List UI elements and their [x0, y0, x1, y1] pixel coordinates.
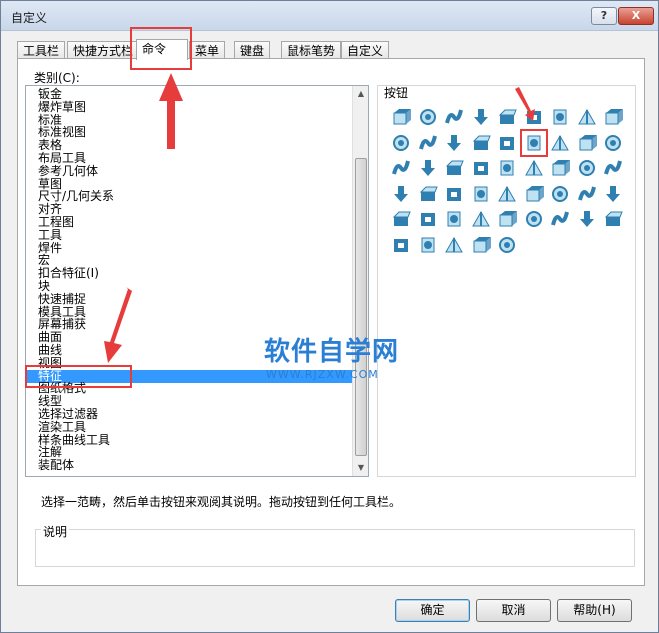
annotation-arrow-up-icon	[159, 73, 183, 149]
linear-pattern-icon[interactable]	[523, 183, 545, 205]
explain-label: 说明	[41, 523, 70, 540]
annotation-box-features-item	[25, 365, 132, 388]
thicken-icon[interactable]	[443, 183, 465, 205]
circular-pattern-icon[interactable]	[549, 183, 571, 205]
tab-mouse-gestures[interactable]: 鼠标笔势	[281, 41, 342, 59]
revolved-cut-icon[interactable]	[549, 106, 571, 128]
explain-groupbox	[35, 529, 635, 567]
scroll-up-arrow-icon[interactable]: ▲	[353, 86, 368, 102]
ok-button[interactable]: 确定	[395, 599, 470, 622]
cut-thicken-icon[interactable]	[470, 183, 492, 205]
library-feature-icon[interactable]	[443, 234, 465, 256]
categories-list[interactable]: 钣金 爆炸草图 标准 标准视图 表格 布局工具 参考几何体 草图 尺寸/几何关系 对齐 工程图 工具焊…	[25, 85, 369, 477]
deform-icon[interactable]	[443, 157, 465, 179]
extruded-boss-icon[interactable]	[390, 106, 412, 128]
chamfer-icon[interactable]	[470, 132, 492, 154]
shell-icon[interactable]	[519, 128, 548, 157]
tab-toolbars[interactable]: 工具栏	[17, 41, 66, 59]
boundary-cut-icon[interactable]	[390, 132, 412, 154]
instant3d-icon[interactable]	[390, 234, 412, 256]
mirror-icon[interactable]	[576, 183, 598, 205]
buttons-group: 按钮	[377, 85, 636, 477]
rib-icon[interactable]	[496, 132, 518, 154]
rollback-icon[interactable]	[602, 208, 624, 230]
intersect-icon[interactable]	[549, 157, 571, 179]
wrap-icon[interactable]	[576, 132, 598, 154]
lofted-boss-icon[interactable]	[470, 106, 492, 128]
move-copy-icon[interactable]	[523, 208, 545, 230]
scale-icon[interactable]	[496, 208, 518, 230]
move-face-icon[interactable]	[602, 157, 624, 179]
help-button[interactable]: 帮助(H)	[557, 599, 632, 622]
tab-shortcut-bar[interactable]: 快捷方式栏	[67, 41, 140, 59]
revolved-boss-icon[interactable]	[417, 106, 439, 128]
close-button[interactable]: X	[618, 7, 654, 25]
title-bar: 自定义 ? X	[1, 1, 658, 31]
lofted-cut-icon[interactable]	[602, 106, 624, 128]
scroll-thumb[interactable]	[355, 158, 367, 456]
dome-icon[interactable]	[602, 132, 624, 154]
category-item[interactable]: 参考几何体	[38, 164, 98, 178]
fillet-icon[interactable]	[443, 132, 465, 154]
scroll-down-arrow-icon[interactable]: ▼	[353, 460, 368, 476]
customize-dialog: 自定义 ? X 工具栏 快捷方式栏 命令 菜单 键盘 鼠标笔势 自定义 类别(C…	[0, 0, 659, 633]
help-title-button[interactable]: ?	[591, 7, 617, 25]
annotation-arrow-down-icon	[104, 287, 132, 363]
check-icon[interactable]	[470, 234, 492, 256]
annotation-arrow-small-icon	[515, 87, 535, 121]
draft-icon[interactable]	[549, 132, 571, 154]
category-item[interactable]: 爆炸草图	[38, 100, 86, 114]
delete-face-icon[interactable]	[390, 183, 412, 205]
shape-icon[interactable]	[390, 157, 412, 179]
unsuppress-icon[interactable]	[576, 208, 598, 230]
swept-cut-icon[interactable]	[576, 106, 598, 128]
flex-icon[interactable]	[417, 157, 439, 179]
sketch-pattern-icon[interactable]	[390, 208, 412, 230]
category-item[interactable]: 工具	[38, 228, 62, 242]
watermark-title: 软件自学网	[264, 337, 400, 367]
category-item[interactable]: 装配体	[38, 459, 74, 472]
category-item[interactable]: 渲染工具	[38, 420, 86, 434]
instruction-text: 选择一范畴，然后单击按钮来观阅其说明。拖动按钮到任何工具栏。	[41, 495, 402, 509]
hole-wizard-icon[interactable]	[417, 132, 439, 154]
watermark-url: WWW.RJZXW.COM	[266, 368, 379, 381]
tab-customize[interactable]: 自定义	[341, 41, 390, 59]
cut-surface-icon[interactable]	[496, 183, 518, 205]
indent-icon[interactable]	[470, 157, 492, 179]
categories-label: 类别(C):	[34, 71, 80, 85]
variable-pattern-icon[interactable]	[470, 208, 492, 230]
tab-keyboard[interactable]: 键盘	[234, 41, 271, 59]
fill-pattern-icon[interactable]	[443, 208, 465, 230]
3d-texture-icon[interactable]	[496, 234, 518, 256]
swept-boss-icon[interactable]	[443, 106, 465, 128]
curve-pattern-icon[interactable]	[602, 183, 624, 205]
category-item[interactable]: 快速捕捉	[38, 292, 86, 306]
list-scrollbar[interactable]: ▲ ▼	[352, 86, 368, 476]
split-icon[interactable]	[576, 157, 598, 179]
buttons-label: 按钮	[384, 86, 409, 100]
replace-face-icon[interactable]	[417, 183, 439, 205]
combine-icon[interactable]	[523, 157, 545, 179]
cancel-button[interactable]: 取消	[476, 599, 551, 622]
suppress-icon[interactable]	[549, 208, 571, 230]
freeform-icon[interactable]	[496, 157, 518, 179]
table-pattern-icon[interactable]	[417, 208, 439, 230]
feature-works-icon[interactable]	[417, 234, 439, 256]
watermark: 软件自学网 WWW.RJZXW.COM	[264, 331, 414, 381]
tab-commands[interactable]: 命令	[136, 39, 188, 60]
tab-menus[interactable]: 菜单	[189, 41, 226, 59]
window-title: 自定义	[11, 11, 48, 25]
